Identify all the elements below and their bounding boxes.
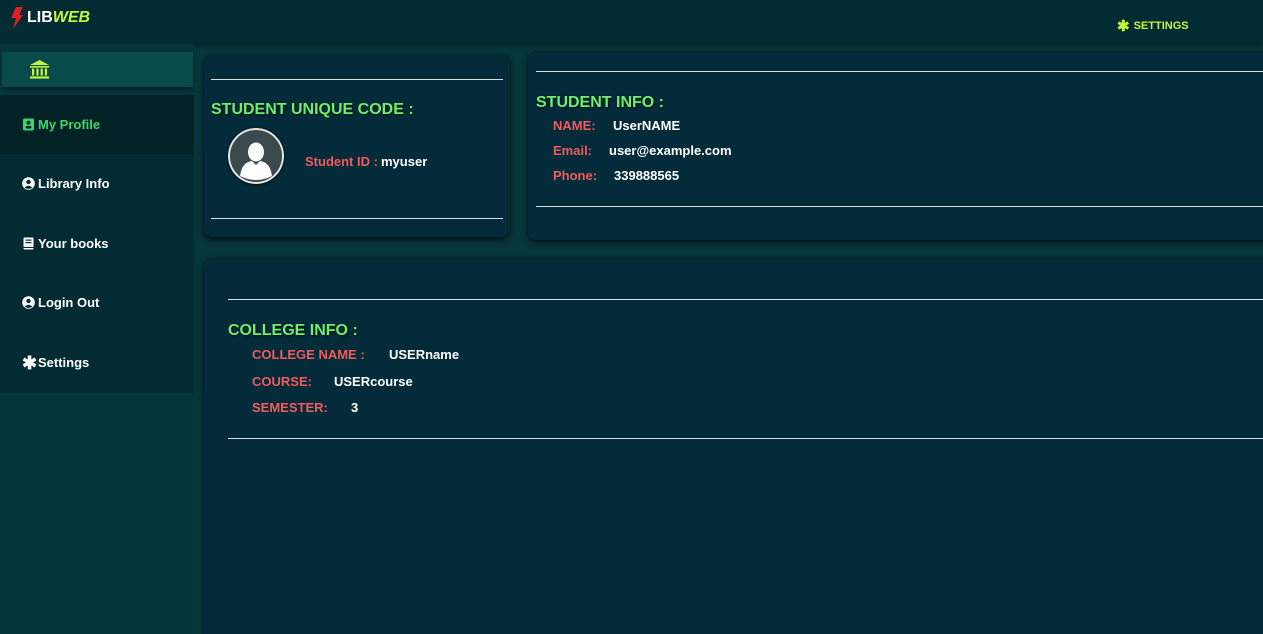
student-info-card: STUDENT INFO : NAME: UserNAME Email: use… — [528, 52, 1263, 240]
name-value: UserNAME — [613, 118, 681, 133]
course-value: USERcourse — [334, 374, 413, 389]
sidebar-item-label: Login Out — [38, 295, 100, 310]
sidebar-item-library-info[interactable]: Library Info — [0, 154, 194, 213]
college-info-heading: COLLEGE INFO : — [228, 322, 358, 339]
student-unique-code-heading: STUDENT UNIQUE CODE : — [211, 101, 414, 118]
college-name-value: USERname — [389, 347, 460, 362]
sidebar-item-your-books[interactable]: Your books — [0, 214, 194, 273]
brand-name-lib: LIB — [27, 9, 53, 26]
sidebar-item-login-out[interactable]: Login Out — [0, 273, 194, 332]
divider — [211, 218, 503, 219]
course-label: COURSE: — [252, 374, 312, 389]
lightning-bolt-icon — [11, 7, 23, 29]
asterisk-icon: ✱ — [1117, 17, 1130, 35]
id-card-icon — [23, 118, 34, 131]
sidebar-item-label: Library Info — [38, 176, 110, 191]
sidebar-item-my-profile[interactable]: My Profile — [0, 95, 194, 154]
brand-logo[interactable]: LIB WEB — [10, 7, 90, 29]
email-value: user@example.com — [609, 143, 732, 158]
phone-label: Phone: — [553, 168, 598, 183]
sidebar-item-label: Your books — [38, 236, 109, 251]
name-label: NAME: — [553, 118, 596, 133]
student-unique-code-card: STUDENT UNIQUE CODE : Student ID : myuse… — [204, 55, 510, 237]
user-silhouette-icon — [228, 128, 284, 184]
sidebar-menu: My Profile Library Info Your books Login… — [0, 95, 194, 393]
email-label: Email: — [553, 143, 593, 158]
phone-value: 339888565 — [614, 168, 680, 183]
college-info-card: COLLEGE INFO : COLLEGE NAME : USERname C… — [204, 258, 1263, 634]
avatar — [228, 128, 284, 184]
divider — [536, 206, 1263, 207]
college-name-label: COLLEGE NAME : — [252, 347, 365, 362]
brand-name-web: WEB — [52, 9, 91, 26]
divider — [228, 299, 1263, 300]
bank-icon[interactable] — [29, 59, 50, 80]
sidebar-item-settings[interactable]: ✱ Settings — [0, 333, 194, 392]
user-circle-icon — [22, 177, 35, 190]
student-info-heading: STUDENT INFO : — [536, 94, 664, 111]
sidebar-item-label: My Profile — [38, 117, 101, 132]
student-id-label: Student ID : — [305, 154, 378, 169]
student-id-value: myuser — [381, 154, 428, 169]
asterisk-icon: ✱ — [22, 352, 38, 373]
settings-nav-label: SETTINGS — [1133, 20, 1189, 32]
sidebar-item-label: Settings — [38, 355, 90, 370]
divider — [536, 71, 1263, 72]
settings-nav-link[interactable]: ✱ SETTINGS — [1117, 18, 1189, 34]
semester-label: SEMESTER: — [252, 400, 328, 415]
user-circle-icon — [22, 296, 35, 309]
divider — [211, 79, 503, 80]
book-icon — [23, 237, 34, 250]
sidebar-header — [2, 52, 193, 87]
top-navbar: LIB WEB ✱ SETTINGS — [0, 0, 1263, 44]
sidebar: My Profile Library Info Your books Login… — [0, 44, 194, 634]
divider — [228, 438, 1263, 439]
semester-value: 3 — [351, 400, 359, 415]
